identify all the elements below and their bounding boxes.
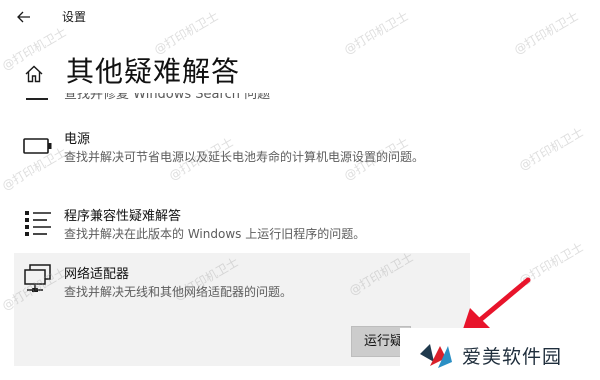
title-bar: 设置 [0, 0, 600, 34]
troubleshooter-power[interactable]: 电源 查找并解决可节省电源以及延长电池寿命的计算机电源设置的问题。 [14, 128, 470, 188]
troubleshooter-description: 查找并解决可节省电源以及延长电池寿命的计算机电源设置的问题。 [64, 150, 425, 164]
troubleshooter-description: 查找并解决在此版本的 Windows 上运行旧程序的问题。 [64, 227, 366, 241]
settings-window: 设置 其他疑难解答 查找并修复 Windows Search 问题 电源 查找并… [0, 0, 600, 380]
scrolled-item-icon [26, 98, 48, 100]
home-button[interactable] [22, 62, 46, 86]
network-adapter-icon [24, 264, 51, 292]
battery-icon [23, 138, 52, 154]
troubleshooter-name: 网络适配器 [64, 267, 130, 282]
scrolled-item-description: 查找并修复 Windows Search 问题 [64, 93, 270, 106]
home-icon [25, 65, 43, 83]
window-title: 设置 [62, 10, 87, 24]
troubleshooter-program-compatibility[interactable]: 程序兼容性疑难解答 查找并解决在此版本的 Windows 上运行旧程序的问题。 [14, 205, 470, 245]
site-brand-text: 爱美软件园 [462, 346, 563, 368]
back-arrow-icon [17, 11, 30, 23]
watermark: @打印机卫士 [516, 124, 586, 173]
troubleshooter-description: 查找并解决无线和其他网络适配器的问题。 [64, 285, 293, 299]
program-list-icon [25, 211, 51, 236]
brand-logo-icon [420, 344, 452, 368]
troubleshooter-name: 电源 [64, 132, 91, 147]
page-title: 其他疑难解答 [66, 55, 241, 88]
troubleshooter-name: 程序兼容性疑难解答 [64, 209, 182, 224]
back-button[interactable] [12, 6, 36, 28]
watermark: @打印机卫士 [516, 239, 586, 288]
scrolled-item-text: 查找并修复 Windows Search 问题 [64, 93, 271, 102]
site-badge: 爱美软件园 [400, 328, 600, 380]
